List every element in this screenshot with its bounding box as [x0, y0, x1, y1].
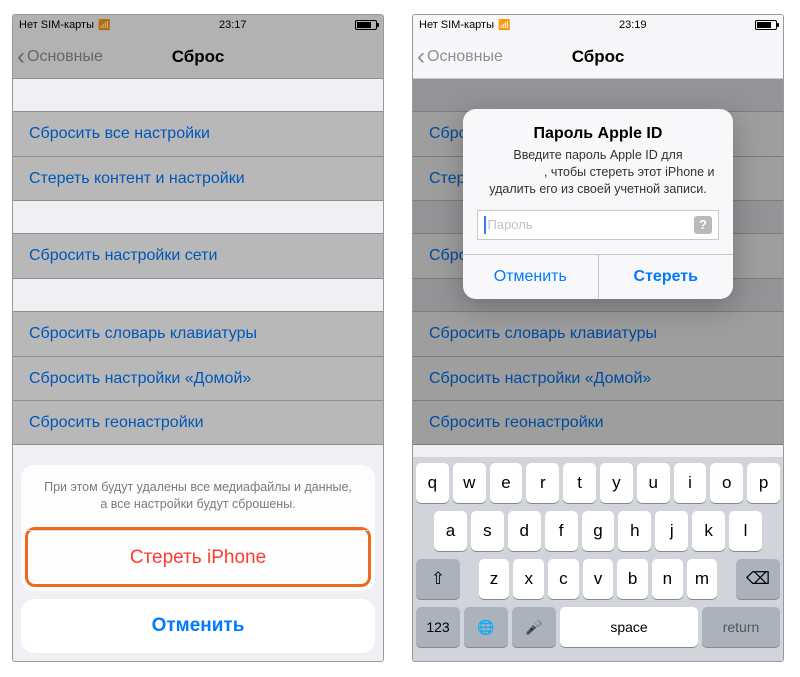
shift-key[interactable]: ⇧ — [416, 559, 460, 599]
cancel-button[interactable]: Отменить — [21, 599, 375, 653]
battery-icon — [755, 20, 777, 30]
mic-key[interactable]: 🎤 — [512, 607, 556, 647]
carrier-label: Нет SIM-карты — [419, 19, 494, 31]
status-bar: Нет SIM-карты 23:19 — [413, 15, 783, 35]
key-x[interactable]: x — [513, 559, 544, 599]
battery-icon — [355, 20, 377, 30]
key-z[interactable]: z — [479, 559, 510, 599]
key-t[interactable]: t — [563, 463, 596, 503]
globe-key[interactable]: 🌐 — [464, 607, 508, 647]
alert-cancel-button[interactable]: Отменить — [463, 255, 598, 299]
key-n[interactable]: n — [652, 559, 683, 599]
alert-message: Введите пароль Apple ID для , чтобы стер… — [463, 147, 733, 210]
row-reset-location[interactable]: Сбросить геонастройки — [13, 400, 383, 444]
key-u[interactable]: u — [637, 463, 670, 503]
apple-id-password-alert: Пароль Apple ID Введите пароль Apple ID … — [463, 109, 733, 299]
key-s[interactable]: s — [471, 511, 504, 551]
key-l[interactable]: l — [729, 511, 762, 551]
row-reset-network[interactable]: Сбросить настройки сети — [13, 234, 383, 278]
key-m[interactable]: m — [687, 559, 718, 599]
password-placeholder: Пароль — [488, 217, 695, 232]
key-a[interactable]: a — [434, 511, 467, 551]
return-key[interactable]: return — [702, 607, 780, 647]
wifi-icon — [98, 19, 110, 31]
page-title: Сброс — [413, 47, 783, 67]
page-title: Сброс — [13, 47, 383, 67]
phone-right: Нет SIM-карты 23:19 ‹ Основные Сброс Сбр… — [412, 14, 784, 662]
keyboard-row-1: qwertyuiop — [416, 463, 780, 503]
backspace-key[interactable]: ⌫ — [736, 559, 780, 599]
row-reset-home[interactable]: Сбросить настройки «Домой» — [13, 356, 383, 400]
key-h[interactable]: h — [618, 511, 651, 551]
text-cursor — [484, 216, 486, 234]
alert-title: Пароль Apple ID — [463, 109, 733, 147]
key-b[interactable]: b — [617, 559, 648, 599]
keyboard-row-4: 123 🌐 🎤 space return — [416, 607, 780, 647]
key-q[interactable]: q — [416, 463, 449, 503]
key-o[interactable]: o — [710, 463, 743, 503]
alert-erase-button[interactable]: Стереть — [598, 255, 734, 299]
key-v[interactable]: v — [583, 559, 614, 599]
key-j[interactable]: j — [655, 511, 688, 551]
nav-bar: ‹ Основные Сброс — [413, 35, 783, 79]
key-k[interactable]: k — [692, 511, 725, 551]
key-y[interactable]: y — [600, 463, 633, 503]
space-key[interactable]: space — [560, 607, 698, 647]
key-e[interactable]: e — [490, 463, 523, 503]
numbers-key[interactable]: 123 — [416, 607, 460, 647]
key-p[interactable]: p — [747, 463, 780, 503]
wifi-icon — [498, 19, 510, 31]
password-field[interactable]: Пароль ? — [477, 210, 719, 240]
key-g[interactable]: g — [582, 511, 615, 551]
key-r[interactable]: r — [526, 463, 559, 503]
action-sheet: При этом будут удалены все медиафайлы и … — [21, 465, 375, 653]
help-icon[interactable]: ? — [694, 216, 712, 234]
erase-iphone-button[interactable]: Стереть iPhone — [28, 530, 368, 584]
status-bar: Нет SIM-карты 23:17 — [13, 15, 383, 35]
key-d[interactable]: d — [508, 511, 541, 551]
clock: 23:19 — [619, 19, 647, 31]
row-erase-content-settings[interactable]: Стереть контент и настройки — [13, 156, 383, 200]
settings-list: Сбросить все настройки Стереть контент и… — [13, 111, 383, 445]
key-f[interactable]: f — [545, 511, 578, 551]
carrier-label: Нет SIM-карты — [19, 19, 94, 31]
keyboard-row-2: asdfghjkl — [416, 511, 780, 551]
key-i[interactable]: i — [674, 463, 707, 503]
key-w[interactable]: w — [453, 463, 486, 503]
row-reset-keyboard-dict[interactable]: Сбросить словарь клавиатуры — [13, 312, 383, 356]
phone-left: Нет SIM-карты 23:17 ‹ Основные Сброс Сбр… — [12, 14, 384, 662]
nav-bar: ‹ Основные Сброс — [13, 35, 383, 79]
keyboard: qwertyuiop asdfghjkl ⇧ zxcvbnm ⌫ 123 🌐 🎤… — [413, 457, 783, 661]
action-sheet-message: При этом будут удалены все медиафайлы и … — [21, 465, 375, 529]
keyboard-row-3: ⇧ zxcvbnm ⌫ — [416, 559, 780, 599]
row-reset-all-settings[interactable]: Сбросить все настройки — [13, 112, 383, 156]
key-c[interactable]: c — [548, 559, 579, 599]
clock: 23:17 — [219, 19, 247, 31]
